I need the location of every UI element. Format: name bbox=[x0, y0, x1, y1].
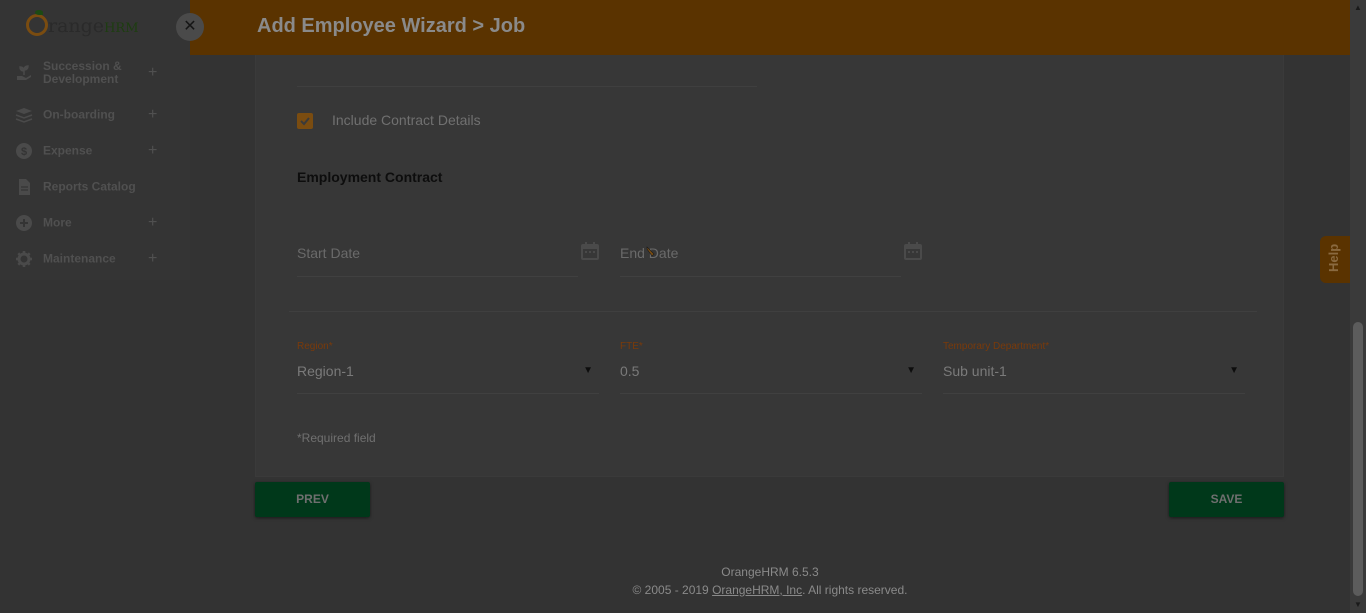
sidebar-item-label: Expense bbox=[43, 143, 93, 158]
save-button[interactable]: SAVE bbox=[1169, 482, 1284, 517]
fte-label: FTE* bbox=[620, 341, 643, 352]
close-icon: ✕ bbox=[183, 18, 197, 35]
expand-plus-icon[interactable]: + bbox=[148, 142, 157, 160]
pencil-cursor-icon bbox=[646, 246, 655, 257]
region-label: Region* bbox=[297, 341, 333, 352]
orangehrm-logo[interactable]: rangeHRM bbox=[22, 10, 167, 44]
region-value: Region-1 bbox=[297, 363, 354, 379]
footer-copyright: © 2005 - 2019 OrangeHRM, Inc. All rights… bbox=[632, 583, 908, 597]
help-label: Help bbox=[1326, 243, 1341, 272]
company-link[interactable]: OrangeHRM, Inc bbox=[712, 583, 802, 597]
start-date-placeholder: Start Date bbox=[297, 245, 361, 261]
dropdown-arrow-icon: ▼ bbox=[906, 365, 916, 376]
temporary-department-select[interactable]: Temporary Department* Sub unit-1 ▼ bbox=[943, 339, 1245, 394]
start-date-field[interactable]: Start Date bbox=[297, 235, 599, 277]
logo-o-mark bbox=[26, 14, 48, 36]
employment-contract-heading: Employment Contract bbox=[297, 169, 443, 185]
sidebar-item-succession-development[interactable]: Succession & Development + bbox=[0, 55, 190, 91]
prev-button[interactable]: PREV bbox=[255, 482, 370, 517]
required-field-note: *Required field bbox=[297, 431, 376, 445]
footer-version: OrangeHRM 6.5.3 bbox=[721, 565, 819, 579]
job-form-card: Include Contract Details Employment Cont… bbox=[255, 55, 1284, 477]
fte-select[interactable]: FTE* 0.5 ▼ bbox=[620, 339, 922, 394]
dropdown-arrow-icon: ▼ bbox=[583, 365, 593, 376]
temporary-department-label: Temporary Department* bbox=[943, 341, 1050, 352]
sidebar-item-reports-catalog[interactable]: Reports Catalog bbox=[0, 169, 190, 205]
divider bbox=[297, 86, 757, 87]
include-contract-label[interactable]: Include Contract Details bbox=[332, 112, 481, 128]
expand-plus-icon[interactable]: + bbox=[148, 250, 157, 268]
sidebar: rangeHRM Succession & Development + On-b… bbox=[0, 0, 190, 280]
gear-icon bbox=[16, 251, 32, 267]
plus-circle-icon bbox=[16, 215, 32, 231]
page-title: Add Employee Wizard > Job bbox=[257, 15, 526, 37]
plant-hand-icon bbox=[17, 65, 31, 80]
temporary-department-value: Sub unit-1 bbox=[943, 363, 1007, 379]
document-icon bbox=[19, 179, 30, 195]
include-contract-checkbox[interactable] bbox=[297, 113, 313, 129]
logo-leaf bbox=[35, 10, 43, 15]
svg-text:$: $ bbox=[21, 146, 27, 158]
scroll-down-icon[interactable]: ▼ bbox=[1354, 600, 1362, 609]
sidebar-item-label: Succession & Development bbox=[43, 59, 122, 86]
expand-plus-icon[interactable]: + bbox=[148, 106, 157, 124]
sidebar-item-label: Maintenance bbox=[43, 251, 116, 266]
page-scrollbar[interactable]: ▲ ▼ bbox=[1350, 0, 1366, 613]
region-select[interactable]: Region* Region-1 ▼ bbox=[297, 339, 599, 394]
sidebar-item-expense[interactable]: $ Expense + bbox=[0, 133, 190, 169]
dropdown-arrow-icon: ▼ bbox=[1229, 365, 1239, 376]
close-sidebar-button[interactable]: ✕ bbox=[176, 13, 204, 41]
calendar-icon[interactable] bbox=[903, 241, 923, 261]
sidebar-item-label: Reports Catalog bbox=[43, 179, 136, 194]
help-tab[interactable]: Help bbox=[1320, 236, 1350, 283]
fte-value: 0.5 bbox=[620, 363, 640, 379]
checkmark-icon bbox=[300, 117, 310, 126]
sidebar-item-on-boarding[interactable]: On-boarding + bbox=[0, 97, 190, 133]
calendar-icon[interactable] bbox=[580, 241, 600, 261]
sidebar-item-label: More bbox=[43, 215, 72, 230]
scrollbar-thumb[interactable] bbox=[1353, 322, 1363, 596]
layers-icon bbox=[15, 108, 33, 123]
dollar-icon: $ bbox=[16, 143, 32, 159]
expand-plus-icon[interactable]: + bbox=[148, 64, 157, 82]
sidebar-item-maintenance[interactable]: Maintenance + bbox=[0, 241, 190, 277]
logo-text: rangeHRM bbox=[48, 15, 139, 37]
expand-plus-icon[interactable]: + bbox=[148, 214, 157, 232]
sidebar-item-label: On-boarding bbox=[43, 107, 115, 122]
end-date-field[interactable]: End Date bbox=[620, 235, 922, 277]
divider bbox=[289, 311, 1257, 312]
sidebar-item-more[interactable]: More + bbox=[0, 205, 190, 241]
scroll-up-icon[interactable]: ▲ bbox=[1354, 3, 1362, 12]
